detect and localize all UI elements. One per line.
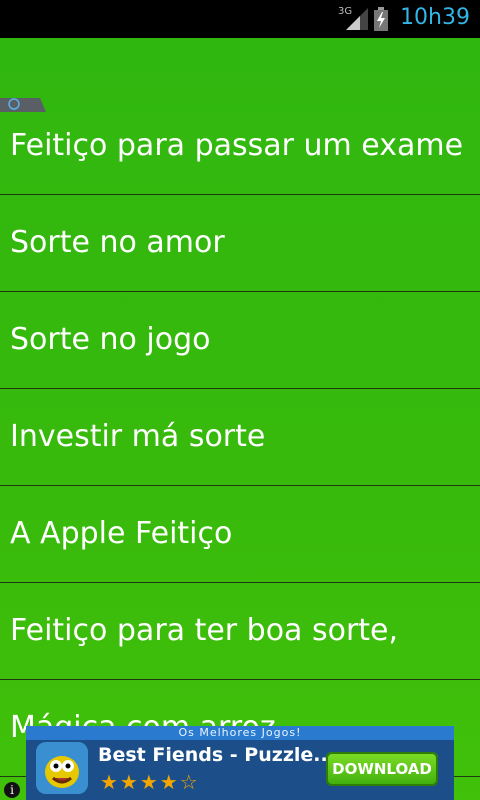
download-button[interactable]: DOWNLOAD [326, 752, 438, 786]
status-bar: 3G 10h39 [0, 0, 480, 38]
list-item[interactable]: Sorte no jogo [0, 292, 480, 389]
list-item[interactable]: Investir má sorte [0, 389, 480, 486]
list-item-label: A Apple Feitiço [10, 516, 233, 551]
list-item-label: Sorte no amor [10, 225, 225, 260]
list-item[interactable]: Feitiço para passar um exame [0, 98, 480, 195]
ad-title: Best Fiends - Puzzle... [98, 744, 335, 766]
list-item-label: Feitiço para ter boa sorte, [10, 613, 399, 648]
game-app-icon [36, 742, 88, 794]
spell-list: Feitiço para passar um exame Sorte no am… [0, 98, 480, 777]
list-item[interactable]: Feitiço para ter boa sorte, [0, 583, 480, 680]
list-item-label: Investir má sorte [10, 419, 266, 454]
list-item[interactable]: Sorte no amor [0, 195, 480, 292]
ad-ribbon: Os Melhores Jogos! [26, 726, 454, 740]
info-icon[interactable]: i [4, 782, 20, 798]
list-item[interactable]: A Apple Feitiço [0, 486, 480, 583]
list-item-label: Feitiço para passar um exame [10, 128, 464, 163]
battery-icon [374, 7, 388, 31]
list-item-label: Sorte no jogo [10, 322, 211, 357]
rating-stars: ★★★★☆ [100, 770, 200, 794]
clock: 10h39 [400, 5, 470, 30]
ad-banner[interactable]: Os Melhores Jogos! Best Fiends - Puzzle.… [26, 726, 454, 800]
signal-icon [346, 8, 368, 30]
main-content: Feitiço para passar um exame Sorte no am… [0, 38, 480, 800]
